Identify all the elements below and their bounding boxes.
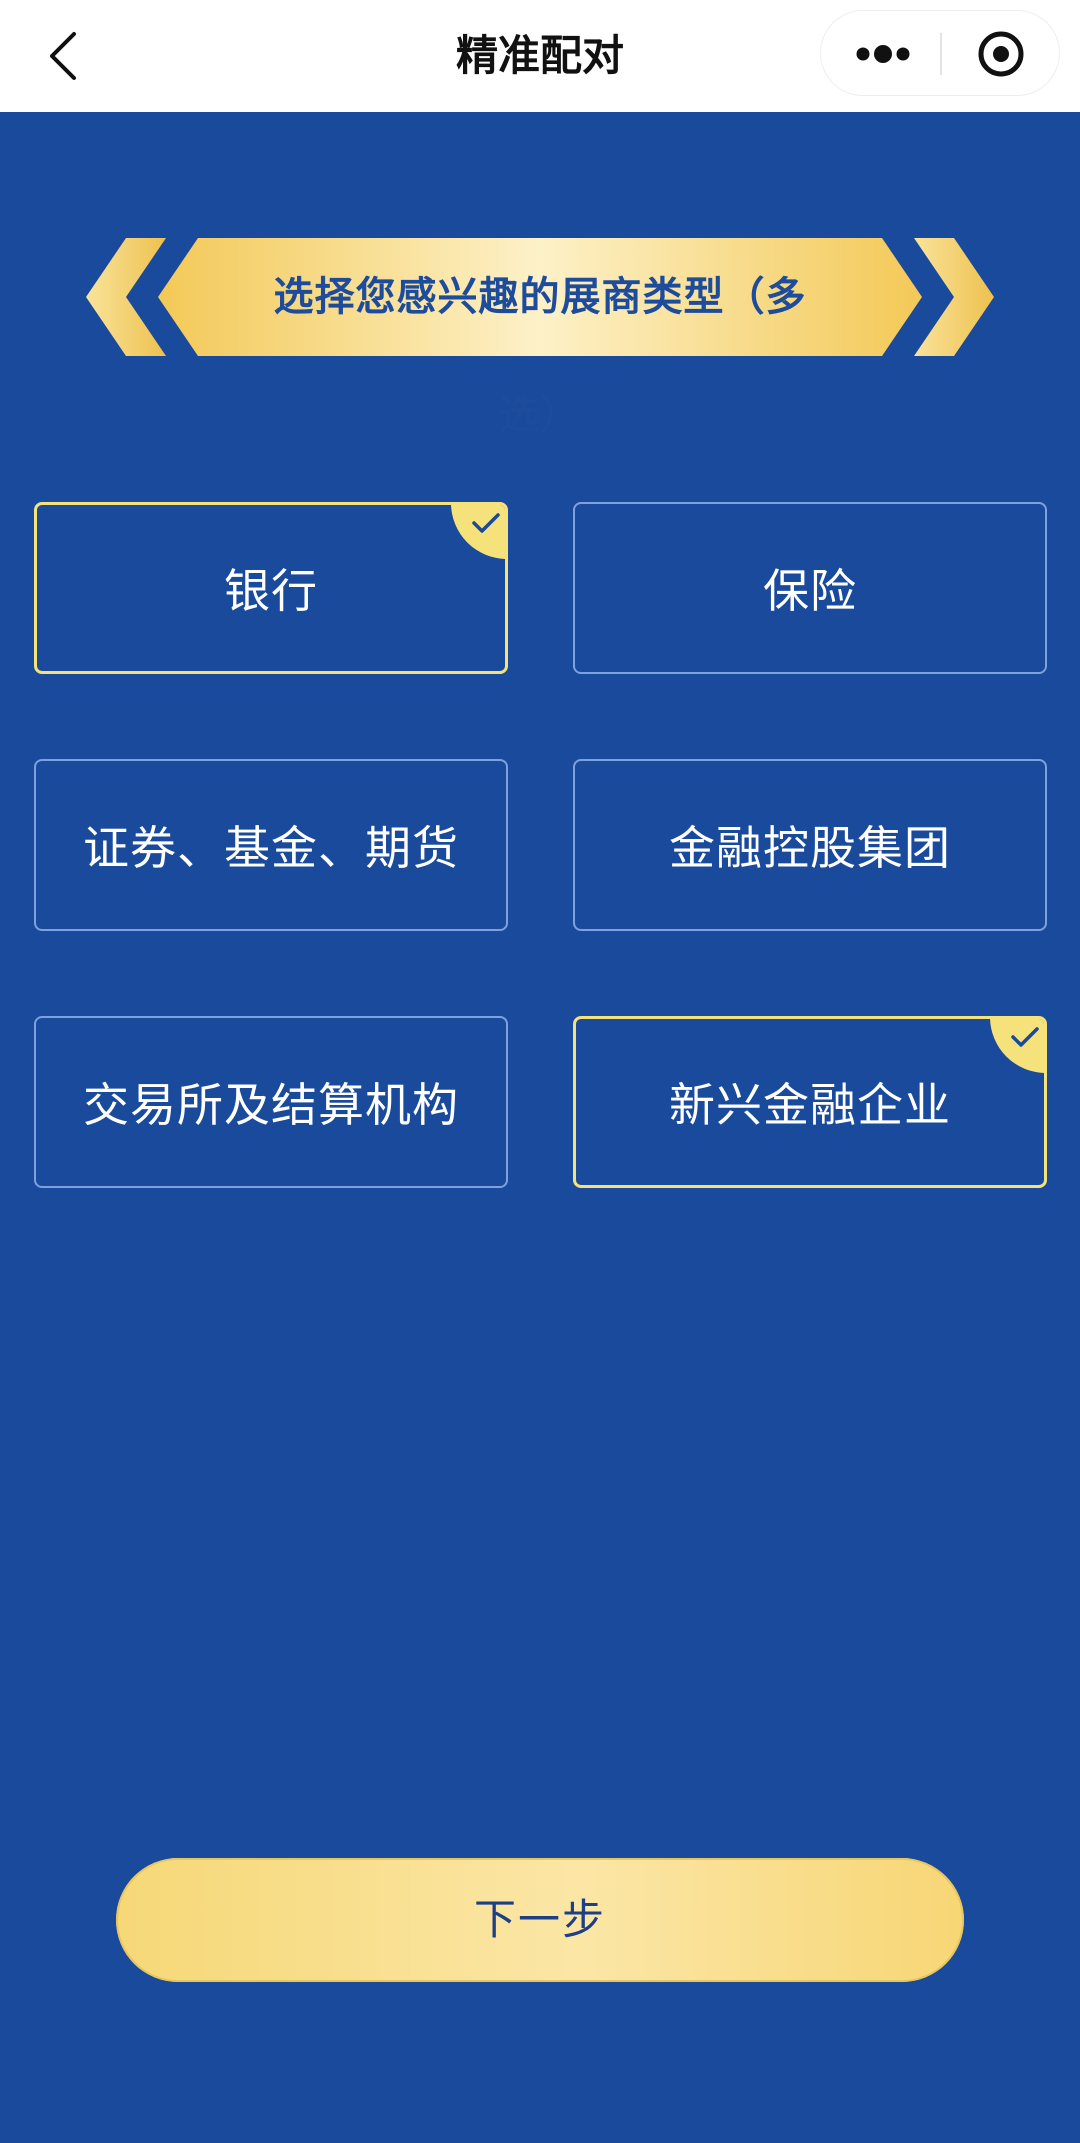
left-chevron-decoration xyxy=(86,238,166,356)
more-button[interactable] xyxy=(821,11,941,97)
more-dots-icon xyxy=(856,45,910,63)
selection-instruction: 选择您感兴趣的展商类型（多选） xyxy=(273,274,807,438)
option-label: 金融控股集团 xyxy=(669,821,951,875)
check-icon xyxy=(472,513,500,533)
option-card-insurance[interactable]: 保险 xyxy=(573,502,1047,674)
option-card-exchanges-clearing[interactable]: 交易所及结算机构 xyxy=(34,1016,508,1188)
target-circle-icon xyxy=(978,31,1024,77)
option-label: 银行 xyxy=(224,564,318,618)
option-card-securities-funds-futures[interactable]: 证券、基金、期货 xyxy=(34,759,508,931)
option-card-bank[interactable]: 银行 xyxy=(34,502,508,674)
next-step-button[interactable]: 下一步 xyxy=(116,1858,964,1982)
option-label: 交易所及结算机构 xyxy=(83,1078,459,1132)
option-card-emerging-finance[interactable]: 新兴金融企业 xyxy=(573,1016,1047,1188)
section-title-ribbon: 选择您感兴趣的展商类型（多选） xyxy=(86,238,994,438)
close-mini-program-button[interactable] xyxy=(941,11,1061,97)
navigation-bar: 精准配对 xyxy=(0,0,1080,112)
right-chevron-decoration xyxy=(914,238,994,356)
mini-program-capsule xyxy=(820,10,1060,96)
option-label: 保险 xyxy=(763,564,857,618)
option-label: 新兴金融企业 xyxy=(669,1078,951,1132)
check-icon xyxy=(1011,1027,1039,1047)
option-label: 证券、基金、期货 xyxy=(83,821,459,875)
option-card-financial-holding-group[interactable]: 金融控股集团 xyxy=(573,759,1047,931)
